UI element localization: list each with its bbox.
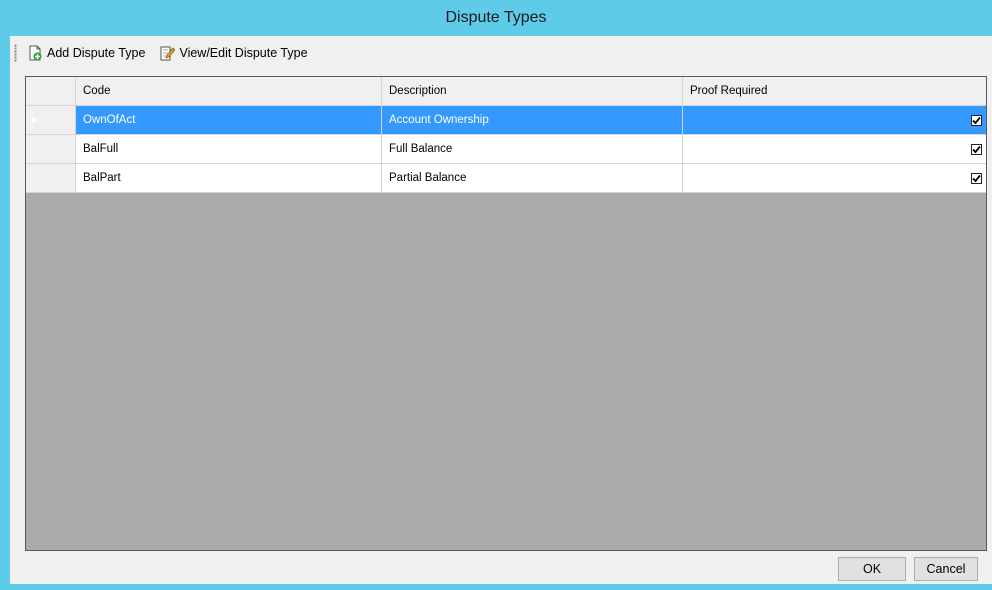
column-header-proof-required-label: Proof Required: [690, 85, 768, 97]
check-mark-icon: [972, 145, 981, 153]
cancel-button[interactable]: Cancel: [914, 557, 978, 581]
row-header-corner[interactable]: [26, 77, 76, 106]
cell-code[interactable]: OwnOfAct: [76, 106, 382, 135]
add-dispute-type-label: Add Dispute Type: [47, 46, 146, 60]
current-row-arrow-icon: [31, 116, 37, 124]
window-title: Dispute Types: [445, 9, 547, 26]
column-header-code[interactable]: Code: [76, 77, 382, 106]
cell-proof-required[interactable]: [683, 106, 986, 135]
cell-code[interactable]: BalPart: [76, 164, 382, 193]
add-dispute-type-button[interactable]: Add Dispute Type: [23, 43, 149, 63]
proof-required-checkbox[interactable]: [971, 114, 982, 126]
cell-description[interactable]: Account Ownership: [382, 106, 683, 135]
cell-description[interactable]: Full Balance: [382, 135, 683, 164]
dispute-types-grid[interactable]: Code Description Proof Required OwnOfAct…: [25, 76, 987, 551]
check-mark-icon: [972, 174, 981, 182]
add-document-icon: [27, 45, 43, 61]
edit-document-icon: [159, 45, 176, 61]
cell-description[interactable]: Partial Balance: [382, 164, 683, 193]
row-header[interactable]: [26, 164, 76, 193]
row-header[interactable]: [26, 135, 76, 164]
table-row[interactable]: BalPart Partial Balance: [26, 164, 986, 193]
toolbar-grip[interactable]: [14, 44, 17, 62]
ok-button[interactable]: OK: [838, 557, 906, 581]
view-edit-dispute-type-label: View/Edit Dispute Type: [179, 46, 308, 60]
table-row[interactable]: OwnOfAct Account Ownership: [26, 106, 986, 135]
check-mark-icon: [972, 116, 981, 124]
view-edit-dispute-type-button[interactable]: View/Edit Dispute Type: [155, 43, 311, 63]
proof-required-checkbox[interactable]: [971, 143, 982, 155]
toolbar: Add Dispute Type View/Edit Dispute Type: [10, 36, 992, 70]
cell-code[interactable]: BalFull: [76, 135, 382, 164]
table-row[interactable]: BalFull Full Balance: [26, 135, 986, 164]
proof-required-checkbox[interactable]: [971, 172, 982, 184]
column-header-description[interactable]: Description: [382, 77, 683, 106]
dialog-body: Add Dispute Type View/Edit Dispute Type …: [10, 36, 992, 584]
cell-proof-required[interactable]: [683, 164, 986, 193]
grid-header-row: Code Description Proof Required: [26, 77, 986, 106]
cell-proof-required[interactable]: [683, 135, 986, 164]
dispute-types-window: Dispute Types Add Dispute Type View/Edit…: [0, 0, 992, 590]
column-header-proof-required[interactable]: Proof Required: [683, 77, 986, 106]
title-bar: Dispute Types: [0, 0, 992, 36]
row-header[interactable]: [26, 106, 76, 135]
